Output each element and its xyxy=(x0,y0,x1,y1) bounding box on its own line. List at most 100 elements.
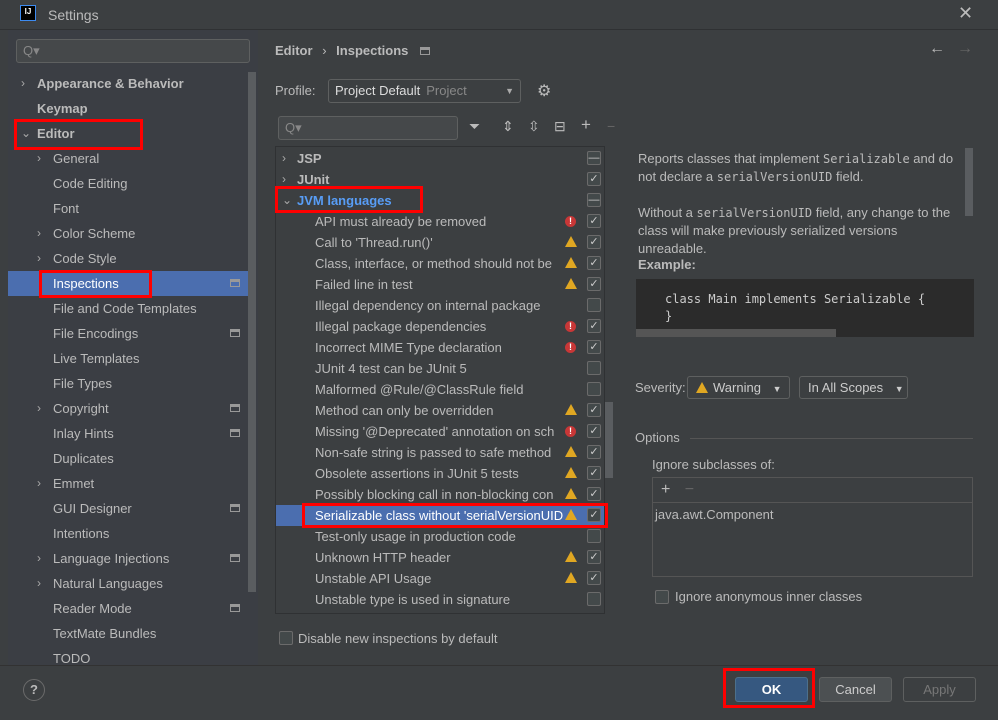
sidebar-item-intentions[interactable]: Intentions xyxy=(8,521,250,546)
forward-arrow-icon[interactable]: → xyxy=(957,40,973,58)
filter-icon[interactable]: ⏷ xyxy=(469,118,480,135)
inspection-checkbox[interactable] xyxy=(587,298,601,312)
inspection-checkbox[interactable]: ✓ xyxy=(587,466,601,480)
chevron-right-icon[interactable]: › xyxy=(37,471,41,496)
severity-dropdown[interactable]: Warning ▼ xyxy=(687,376,790,399)
inspection-checkbox[interactable]: ✓ xyxy=(587,235,601,249)
chevron-right-icon[interactable]: › xyxy=(21,71,25,96)
warning-icon xyxy=(565,488,577,499)
tree-scrollbar[interactable] xyxy=(605,402,613,478)
sidebar-item-emmet[interactable]: › Emmet xyxy=(8,471,250,496)
tree-row[interactable]: JUnit 4 test can be JUnit 5 xyxy=(276,358,604,379)
inspection-checkbox[interactable] xyxy=(587,592,601,606)
sidebar-item-file-encodings[interactable]: File Encodings xyxy=(8,321,250,346)
expand-all-icon[interactable]: ⇕ xyxy=(502,118,514,135)
tree-row[interactable]: Incorrect MIME Type declaration! ✓ xyxy=(276,337,604,358)
tree-row[interactable]: API must already be removed! ✓ xyxy=(276,211,604,232)
chevron-right-icon[interactable]: › xyxy=(37,571,41,596)
code-scrollbar[interactable] xyxy=(636,329,836,337)
tree-row[interactable]: Missing '@Deprecated' annotation on sch!… xyxy=(276,421,604,442)
tree-group[interactable]: › JSP — xyxy=(276,148,604,169)
sidebar-item-live-templates[interactable]: Live Templates xyxy=(8,346,250,371)
tree-row[interactable]: Unstable API Usage ✓ xyxy=(276,568,604,589)
tree-row[interactable]: Illegal dependency on internal package xyxy=(276,295,604,316)
inspection-checkbox[interactable]: ✓ xyxy=(587,424,601,438)
sidebar-scrollbar[interactable] xyxy=(248,72,256,592)
help-button[interactable]: ? xyxy=(23,679,45,701)
profile-dropdown[interactable]: Project Default Project ▼ xyxy=(328,79,521,103)
settings-search-input[interactable]: Q▾ xyxy=(16,39,250,63)
tree-row[interactable]: Method can only be overridden ✓ xyxy=(276,400,604,421)
scope-dropdown[interactable]: In All Scopes ▼ xyxy=(799,376,908,399)
chevron-right-icon[interactable]: › xyxy=(282,148,286,169)
sidebar-item-copyright[interactable]: › Copyright xyxy=(8,396,250,421)
sidebar-item-appearance-behavior[interactable]: › Appearance & Behavior xyxy=(8,71,250,96)
add-icon[interactable]: + xyxy=(581,115,591,135)
sidebar-item-label: Emmet xyxy=(53,476,95,491)
collapse-all-icon[interactable]: ⇳ xyxy=(528,118,540,135)
back-arrow-icon[interactable]: ← xyxy=(929,40,945,58)
inspection-checkbox[interactable]: ✓ xyxy=(587,487,601,501)
reset-icon[interactable]: ⊟ xyxy=(554,118,566,135)
remove-icon[interactable]: − xyxy=(607,118,615,134)
tree-row[interactable]: Class, interface, or method should not b… xyxy=(276,253,604,274)
description-scrollbar[interactable] xyxy=(965,148,973,216)
tree-row[interactable]: Call to 'Thread.run()' ✓ xyxy=(276,232,604,253)
sidebar-item-duplicates[interactable]: Duplicates xyxy=(8,446,250,471)
inspection-checkbox[interactable]: ✓ xyxy=(587,340,601,354)
inspection-checkbox[interactable]: ✓ xyxy=(587,256,601,270)
tree-row[interactable]: Non-safe string is passed to safe method… xyxy=(276,442,604,463)
chevron-right-icon[interactable]: › xyxy=(37,546,41,571)
gear-icon[interactable]: ⚙ xyxy=(537,81,551,101)
tree-row[interactable]: Malformed @Rule/@ClassRule field xyxy=(276,379,604,400)
tree-row[interactable]: Possibly blocking call in non-blocking c… xyxy=(276,484,604,505)
inspection-checkbox[interactable]: ✓ xyxy=(587,550,601,564)
cancel-button[interactable]: Cancel xyxy=(819,677,892,702)
inspection-checkbox[interactable]: ✓ xyxy=(587,445,601,459)
ignore-anonymous-checkbox[interactable] xyxy=(655,590,669,604)
remove-icon[interactable]: − xyxy=(685,481,694,498)
inspection-checkbox[interactable] xyxy=(587,361,601,375)
inspection-checkbox[interactable]: ✓ xyxy=(587,319,601,333)
sidebar-item-file-types[interactable]: File Types xyxy=(8,371,250,396)
inspection-checkbox[interactable]: ✓ xyxy=(587,214,601,228)
inspection-search-input[interactable]: Q▾ xyxy=(278,116,458,140)
tree-row[interactable]: Failed line in test ✓ xyxy=(276,274,604,295)
inspection-checkbox[interactable]: ✓ xyxy=(587,403,601,417)
tree-row[interactable]: Unstable type is used in signature xyxy=(276,589,604,610)
add-icon[interactable]: + xyxy=(661,481,670,498)
inspection-checkbox[interactable]: — xyxy=(587,151,601,165)
sidebar-item-file-and-code-templates[interactable]: File and Code Templates xyxy=(8,296,250,321)
apply-button[interactable]: Apply xyxy=(903,677,976,702)
sidebar-item-language-injections[interactable]: › Language Injections xyxy=(8,546,250,571)
sidebar-item-inlay-hints[interactable]: Inlay Hints xyxy=(8,421,250,446)
sidebar-item-natural-languages[interactable]: › Natural Languages xyxy=(8,571,250,596)
sidebar-item-code-style[interactable]: › Code Style xyxy=(8,246,250,271)
chevron-right-icon[interactable]: › xyxy=(37,221,41,246)
inspection-checkbox[interactable]: ✓ xyxy=(587,172,601,186)
chevron-right-icon[interactable]: › xyxy=(37,396,41,421)
sidebar-item-gui-designer[interactable]: GUI Designer xyxy=(8,496,250,521)
tree-row[interactable]: Test-only usage in production code xyxy=(276,526,604,547)
disable-new-inspections-checkbox[interactable] xyxy=(279,631,293,645)
sidebar-item-font[interactable]: Font xyxy=(8,196,250,221)
sidebar-item-textmate-bundles[interactable]: TextMate Bundles xyxy=(8,621,250,646)
sidebar-item-keymap[interactable]: Keymap xyxy=(8,96,250,121)
inspection-checkbox[interactable]: — xyxy=(587,193,601,207)
tree-row[interactable]: Obsolete assertions in JUnit 5 tests ✓ xyxy=(276,463,604,484)
close-icon[interactable]: ✕ xyxy=(958,3,973,24)
inspection-checkbox[interactable]: ✓ xyxy=(587,277,601,291)
breadcrumb-editor[interactable]: Editor xyxy=(275,43,313,58)
highlight-editor xyxy=(14,119,143,150)
sidebar-item-label: TextMate Bundles xyxy=(53,626,157,641)
tree-row[interactable]: Unknown HTTP header ✓ xyxy=(276,547,604,568)
sidebar-item-code-editing[interactable]: Code Editing xyxy=(8,171,250,196)
chevron-right-icon[interactable]: › xyxy=(37,246,41,271)
inspection-checkbox[interactable]: ✓ xyxy=(587,571,601,585)
tree-row[interactable]: Illegal package dependencies! ✓ xyxy=(276,316,604,337)
sidebar-item-color-scheme[interactable]: › Color Scheme xyxy=(8,221,250,246)
sidebar-item-reader-mode[interactable]: Reader Mode xyxy=(8,596,250,621)
list-item[interactable]: java.awt.Component xyxy=(653,507,774,522)
inspection-checkbox[interactable] xyxy=(587,529,601,543)
inspection-checkbox[interactable] xyxy=(587,382,601,396)
